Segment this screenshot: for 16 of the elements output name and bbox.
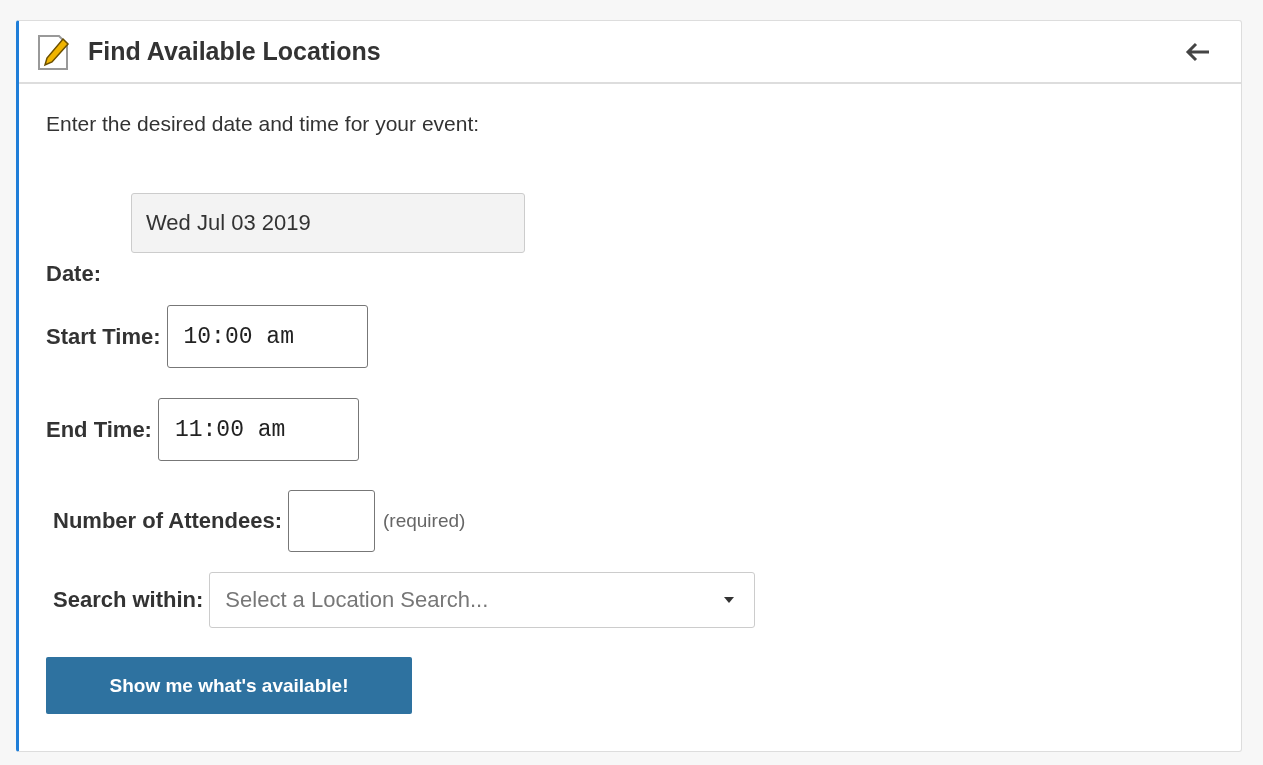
show-available-button[interactable]: Show me what's available! [46, 657, 412, 714]
end-time-field[interactable]: 11:00 am [157, 398, 359, 461]
end-time-label: End Time: [46, 416, 152, 443]
search-within-label: Search within: [53, 587, 204, 613]
location-search-dropdown[interactable]: Select a Location Search... [209, 572, 756, 628]
date-label: Date: [46, 261, 102, 287]
pencil-icon [37, 32, 71, 71]
attendees-label: Number of Attendees: [53, 508, 282, 534]
instructions-text: Enter the desired date and time for your event: [46, 112, 481, 136]
required-note: (required) [383, 510, 466, 532]
back-arrow-icon[interactable] [1185, 41, 1211, 62]
start-time-field[interactable]: 10:00 am [166, 305, 368, 368]
start-time-label: Start Time: [46, 323, 161, 350]
caret-icon [724, 597, 735, 603]
panel-title: Find Available Locations [88, 37, 382, 66]
attendees-field[interactable] [288, 490, 375, 552]
